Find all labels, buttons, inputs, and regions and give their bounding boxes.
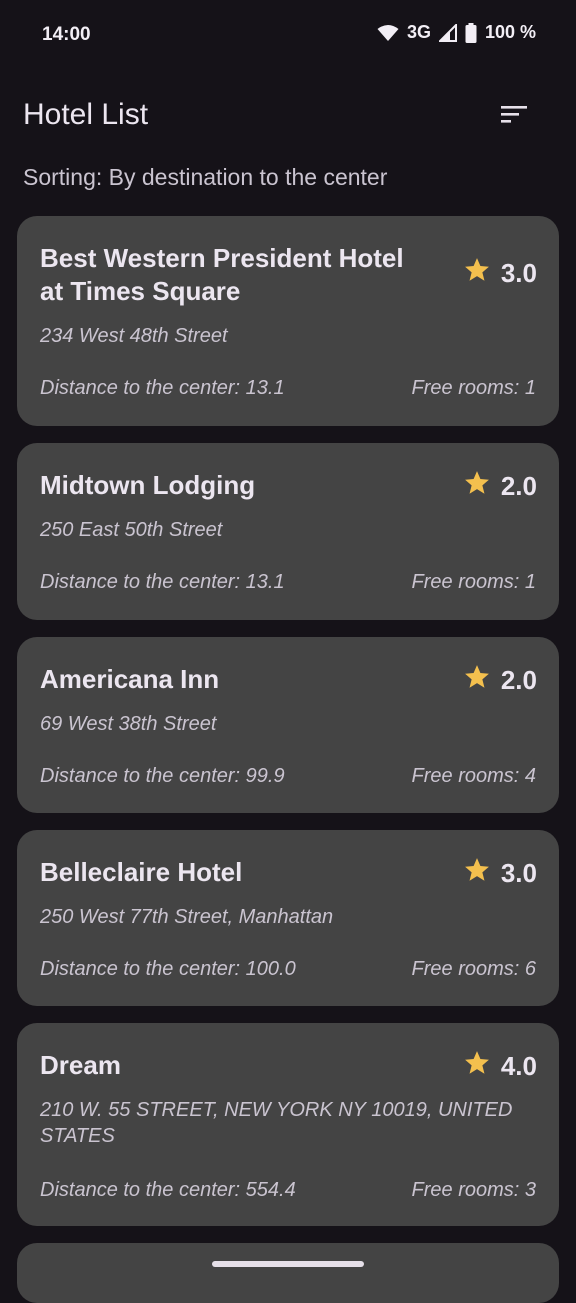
star-icon bbox=[463, 663, 491, 698]
sorting-label: Sorting: By destination to the center bbox=[23, 164, 388, 190]
hotel-rating: 2.0 bbox=[463, 663, 537, 698]
hotel-rating: 3.0 bbox=[463, 856, 537, 891]
hotel-name: Best Western President Hotel at Times Sq… bbox=[40, 243, 404, 306]
hotel-free-rooms: Free rooms: 1 bbox=[411, 377, 536, 399]
hotel-distance: Distance to the center: 99.9 bbox=[40, 765, 285, 787]
hotel-free-rooms: Free rooms: 3 bbox=[411, 1179, 536, 1201]
hotel-distance: Distance to the center: 13.1 bbox=[40, 571, 285, 593]
star-icon bbox=[463, 1049, 491, 1084]
star-icon bbox=[463, 256, 491, 291]
hotel-card[interactable]: Americana Inn 2.0 69 West 38th Street Di… bbox=[17, 637, 559, 813]
sort-icon bbox=[500, 104, 528, 129]
status-indicators: 3G 100 % bbox=[377, 22, 536, 43]
home-indicator[interactable] bbox=[212, 1261, 364, 1267]
hotel-rating: 4.0 bbox=[463, 1049, 537, 1084]
hotel-name: Belleclaire Hotel bbox=[40, 857, 243, 887]
hotel-name: Americana Inn bbox=[40, 664, 220, 694]
status-bar: 14:00 3G 100 % bbox=[0, 0, 576, 70]
hotel-address: 210 W. 55 STREET, NEW YORK NY 10019, UNI… bbox=[40, 1099, 513, 1147]
hotel-card[interactable]: Belleclaire Hotel 3.0 250 West 77th Stre… bbox=[17, 830, 559, 1006]
hotel-distance: Distance to the center: 100.0 bbox=[40, 958, 296, 980]
hotel-distance: Distance to the center: 13.1 bbox=[40, 377, 285, 399]
battery-icon bbox=[465, 22, 477, 43]
hotel-rating: 3.0 bbox=[463, 256, 537, 291]
hotel-rating: 2.0 bbox=[463, 469, 537, 504]
hotel-address: 250 West 77th Street, Manhattan bbox=[40, 906, 334, 928]
star-icon bbox=[463, 469, 491, 504]
star-icon bbox=[463, 856, 491, 891]
hotel-free-rooms: Free rooms: 6 bbox=[411, 958, 536, 980]
rating-value: 2.0 bbox=[500, 665, 537, 695]
hotel-address: 250 East 50th Street bbox=[40, 519, 223, 541]
hotel-free-rooms: Free rooms: 1 bbox=[411, 571, 536, 593]
hotel-card[interactable]: Dream 4.0 210 W. 55 STREET, NEW YORK NY … bbox=[17, 1023, 559, 1226]
page-title: Hotel List bbox=[23, 98, 149, 131]
hotel-name: Dream bbox=[40, 1050, 121, 1080]
hotel-name: Midtown Lodging bbox=[40, 470, 256, 500]
rating-value: 4.0 bbox=[500, 1051, 537, 1081]
hotel-free-rooms: Free rooms: 4 bbox=[411, 765, 536, 787]
wifi-icon bbox=[377, 24, 399, 42]
hotel-card-partial[interactable] bbox=[17, 1243, 559, 1303]
status-time: 14:00 bbox=[42, 24, 91, 45]
rating-value: 3.0 bbox=[500, 258, 537, 288]
hotel-address: 234 West 48th Street bbox=[40, 325, 228, 347]
sort-button[interactable] bbox=[494, 98, 534, 134]
hotel-card[interactable]: Midtown Lodging 2.0 250 East 50th Street… bbox=[17, 443, 559, 620]
hotel-distance: Distance to the center: 554.4 bbox=[40, 1179, 296, 1201]
signal-icon bbox=[438, 23, 457, 42]
hotel-address: 69 West 38th Street bbox=[40, 713, 217, 735]
rating-value: 3.0 bbox=[500, 858, 537, 888]
hotel-card[interactable]: Best Western President Hotel at Times Sq… bbox=[17, 216, 559, 426]
network-type: 3G bbox=[406, 22, 431, 42]
rating-value: 2.0 bbox=[500, 471, 537, 501]
battery-percent: 100 % bbox=[484, 22, 536, 42]
